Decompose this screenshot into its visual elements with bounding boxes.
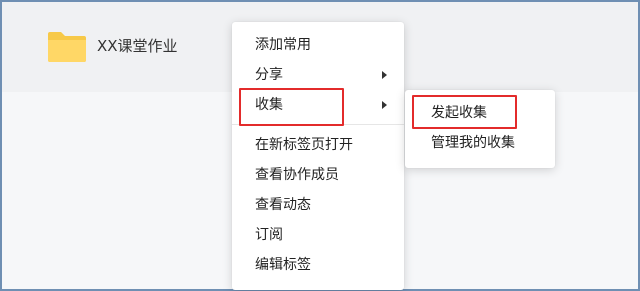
chevron-right-icon [382,101,387,109]
chevron-right-icon [382,71,387,79]
submenu-item-label: 管理我的收集 [431,135,515,151]
menu-item-label: 分享 [255,67,283,83]
context-menu: 添加常用 分享 收集 在新标签页打开 查看协作成员 查看动态 订阅 编辑标签 [232,22,404,290]
menu-item-subscribe[interactable]: 订阅 [232,220,404,250]
menu-item-label: 添加常用 [255,37,311,53]
menu-item-share[interactable]: 分享 [232,60,404,90]
folder-icon [48,32,86,62]
menu-item-collect[interactable]: 收集 [232,90,404,120]
menu-item-label: 查看动态 [255,197,311,213]
submenu-item-label: 发起收集 [431,105,487,121]
menu-item-label: 编辑标签 [255,257,311,273]
menu-item-view-collaborators[interactable]: 查看协作成员 [232,160,404,190]
submenu-item-start-collection[interactable]: 发起收集 [405,98,555,128]
menu-item-label: 查看协作成员 [255,167,339,183]
menu-item-label: 在新标签页打开 [255,137,353,153]
folder-name[interactable]: XX课堂作业 [97,35,178,57]
menu-item-label: 订阅 [255,227,283,243]
submenu-item-manage-collections[interactable]: 管理我的收集 [405,128,555,158]
menu-item-edit-tags[interactable]: 编辑标签 [232,250,404,280]
menu-item-add-favorite[interactable]: 添加常用 [232,30,404,60]
collect-submenu: 发起收集 管理我的收集 [405,90,555,168]
menu-item-view-activity[interactable]: 查看动态 [232,190,404,220]
menu-divider [232,124,404,125]
menu-item-open-new-tab[interactable]: 在新标签页打开 [232,130,404,160]
menu-item-label: 收集 [255,97,283,113]
